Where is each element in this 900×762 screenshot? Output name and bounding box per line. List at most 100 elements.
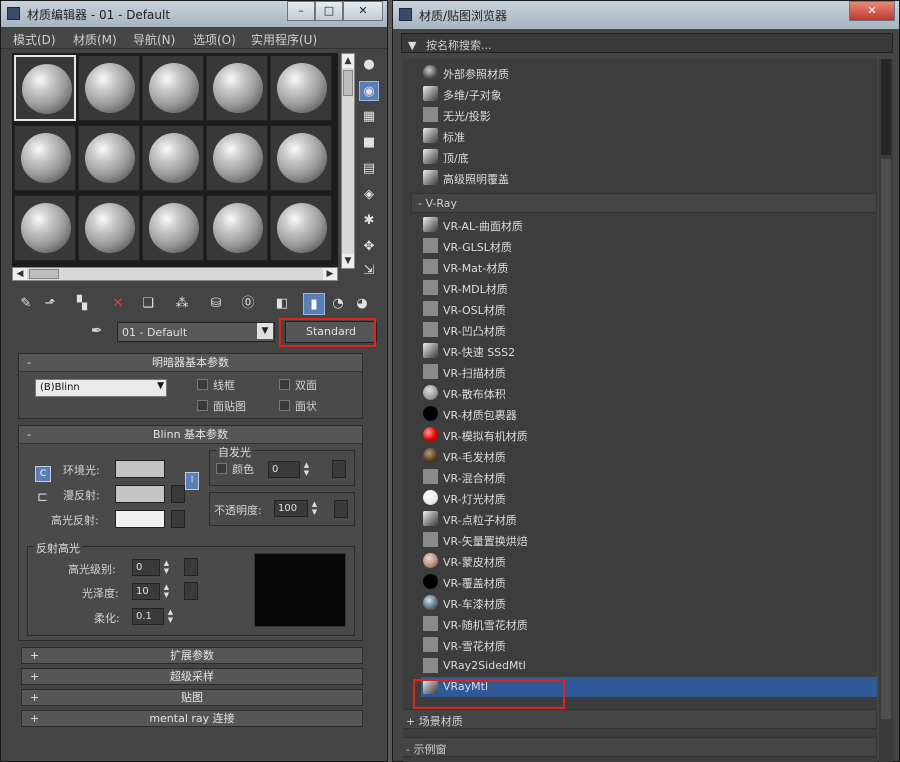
list-item[interactable]: 外部参照材质 (421, 63, 877, 83)
go-to-sibling-icon[interactable]: ◕ (351, 293, 373, 315)
scroll-down-icon[interactable]: ▼ (342, 254, 354, 268)
menu-utilities[interactable]: 实用程序(U) (251, 31, 317, 48)
diffuse-map-button[interactable] (171, 485, 185, 503)
extended-params-rollout[interactable]: + 扩展参数 (21, 647, 363, 664)
link-bracket-icon[interactable]: ⊏ (37, 490, 48, 505)
sample-slot[interactable] (270, 195, 332, 261)
browser-vertical-scrollbar[interactable] (879, 59, 893, 762)
sample-slot[interactable] (142, 195, 204, 261)
list-item[interactable]: VRay2SidedMtl (421, 656, 877, 676)
menu-navigation[interactable]: 导航(N) (133, 31, 175, 48)
sample-slot[interactable] (14, 125, 76, 191)
select-by-material-icon[interactable]: ✥ (359, 237, 379, 257)
search-by-name-field[interactable]: ▼ 按名称搜索... (401, 33, 893, 53)
opacity-map-button[interactable] (334, 500, 348, 518)
specular-level-map-button[interactable] (184, 558, 198, 576)
scroll-left-icon[interactable]: ◀ (13, 268, 27, 280)
list-item[interactable]: VR-毛发材质 (421, 446, 877, 466)
self-illum-color-checkbox[interactable] (216, 463, 227, 474)
list-item[interactable]: VR-模拟有机材质 (421, 425, 877, 445)
lock-icon[interactable]: C (35, 466, 51, 482)
sample-slot[interactable] (142, 55, 204, 121)
spinner-arrows-icon[interactable]: ▲ ▼ (166, 608, 175, 625)
maximize-button[interactable]: □ (315, 1, 343, 21)
slots-horizontal-scrollbar[interactable]: ◀ ▶ (12, 267, 338, 281)
sample-slot[interactable] (78, 195, 140, 261)
scroll-thumb[interactable] (881, 59, 891, 155)
supersampling-rollout[interactable]: + 超级采样 (21, 668, 363, 685)
list-item[interactable]: VR-车漆材质 (421, 593, 877, 613)
background-checker-icon[interactable]: ▦ (359, 107, 379, 127)
specular-color-swatch[interactable] (115, 510, 165, 528)
go-to-parent-icon[interactable]: ◔ (327, 293, 349, 315)
scroll-up-icon[interactable]: ▲ (342, 54, 354, 68)
material-navigator-icon[interactable]: ⇲ (359, 261, 379, 281)
list-item[interactable]: VR-GLSL材质 (421, 236, 877, 256)
make-unique-icon[interactable]: ⁂ (171, 293, 193, 315)
list-item[interactable]: VR-OSL材质 (421, 299, 877, 319)
browser-titlebar[interactable]: 材质/贴图浏览器 ✕ (393, 1, 899, 29)
menu-material[interactable]: 材质(M) (73, 31, 117, 48)
face-map-checkbox[interactable] (197, 400, 208, 411)
scene-materials-category[interactable]: + 场景材质 (403, 709, 877, 729)
list-item[interactable]: 多维/子对象 (421, 84, 877, 104)
put-to-library-icon[interactable]: ⛁ (205, 293, 227, 315)
glossiness-spinner[interactable]: 10 (132, 583, 160, 600)
sample-slot[interactable] (14, 55, 76, 121)
list-item[interactable]: VR-扫描材质 (421, 362, 877, 382)
sample-slot[interactable] (142, 125, 204, 191)
list-item[interactable]: VR-雪花材质 (421, 635, 877, 655)
list-item[interactable]: VR-散布体积 (421, 383, 877, 403)
list-item[interactable]: VR-灯光材质 (421, 488, 877, 508)
close-button[interactable]: ✕ (343, 1, 383, 21)
scroll-thumb[interactable] (343, 70, 353, 96)
material-name-field[interactable]: 01 - Default (117, 322, 275, 342)
vray-category-header[interactable]: - V-Ray (411, 193, 877, 213)
menu-mode[interactable]: 模式(D) (13, 31, 56, 48)
list-item[interactable]: VR-MDL材质 (421, 278, 877, 298)
list-item[interactable]: 顶/底 (421, 147, 877, 167)
list-item[interactable]: 无光/投影 (421, 105, 877, 125)
list-item[interactable]: VR-随机雪花材质 (421, 614, 877, 634)
eyedropper-icon[interactable]: ✒ (91, 323, 103, 339)
material-id-channel-icon[interactable]: ⓪ (237, 293, 259, 315)
shader-type-dropdown[interactable]: (B)Blinn ▼ (35, 379, 167, 397)
list-item[interactable]: 高级照明覆盖 (421, 168, 877, 188)
self-illum-map-button[interactable] (332, 460, 346, 478)
backlight-icon[interactable]: ◉ (359, 81, 379, 101)
list-item[interactable]: VR-Mat-材质 (421, 257, 877, 277)
close-button[interactable]: ✕ (849, 1, 895, 21)
minimize-button[interactable]: – (287, 1, 315, 21)
put-to-scene-icon[interactable]: ⬏ (39, 293, 61, 315)
sample-slot[interactable] (270, 55, 332, 121)
lock-ambient-diffuse-map-icon[interactable]: ⁞ (185, 472, 199, 490)
assign-to-selection-icon[interactable]: ▚ (71, 293, 93, 315)
copy-material-icon[interactable]: ❏ (137, 293, 159, 315)
glossiness-map-button[interactable] (184, 582, 198, 600)
sample-slot[interactable] (206, 55, 268, 121)
sample-slot[interactable] (206, 195, 268, 261)
two-sided-checkbox[interactable] (279, 379, 290, 390)
show-shaded-material-icon[interactable]: ◧ (271, 293, 293, 315)
soften-spinner[interactable]: 0.1 (132, 608, 164, 625)
spinner-arrows-icon[interactable]: ▲ ▼ (302, 461, 311, 478)
list-item[interactable]: VR-蒙皮材质 (421, 551, 877, 571)
rollout-header[interactable]: - Blinn 基本参数 (19, 426, 362, 444)
uv-tiling-icon[interactable]: ■ (359, 133, 379, 153)
opacity-spinner[interactable]: 100 (274, 500, 308, 517)
chevron-down-icon[interactable]: ▼ (257, 323, 273, 339)
list-item[interactable]: 标准 (421, 126, 877, 146)
slots-vertical-scrollbar[interactable]: ▲ ▼ (341, 53, 355, 269)
list-item[interactable]: VR-混合材质 (421, 467, 877, 487)
list-item[interactable]: VR-AL-曲面材质 (421, 215, 877, 235)
list-item[interactable]: VR-点粒子材质 (421, 509, 877, 529)
chevron-down-icon[interactable]: ▼ (408, 39, 416, 52)
maps-rollout[interactable]: + 贴图 (21, 689, 363, 706)
material-editor-titlebar[interactable]: 材质编辑器 - 01 - Default – □ ✕ (1, 1, 387, 27)
sample-slot[interactable] (206, 125, 268, 191)
self-illum-spinner[interactable]: 0 (268, 461, 300, 478)
list-item[interactable]: VR-矢量置换烘焙 (421, 530, 877, 550)
ambient-color-swatch[interactable] (115, 460, 165, 478)
list-item[interactable]: VR-覆盖材质 (421, 572, 877, 592)
spinner-arrows-icon[interactable]: ▲ ▼ (310, 500, 319, 517)
